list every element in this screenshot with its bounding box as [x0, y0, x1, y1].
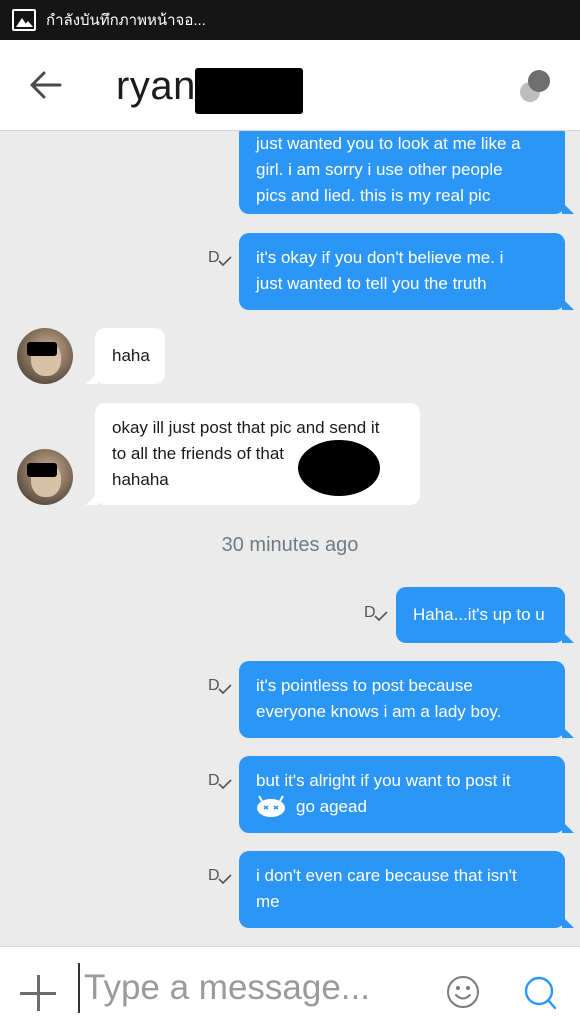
- message-text: go agead: [296, 797, 367, 816]
- contact-name[interactable]: ryan: [116, 64, 196, 109]
- message-line: me: [256, 892, 280, 911]
- send-icon[interactable]: [522, 975, 558, 1011]
- message-line: everyone knows i am a lady boy.: [256, 702, 502, 721]
- message-line: just wanted you to look at me like a: [256, 134, 521, 153]
- message-line: go agead: [256, 794, 548, 820]
- message-line: girl. i am sorry i use other people: [256, 160, 503, 179]
- top-bar: ryan: [0, 40, 580, 131]
- image-icon: [12, 9, 36, 31]
- plus-icon[interactable]: [20, 975, 56, 1011]
- message-bubble-outgoing[interactable]: i don't even care because that isn't me: [239, 851, 574, 928]
- redaction-blob: [298, 440, 380, 496]
- message-bubble-outgoing[interactable]: it's okay if you don't believe me. i jus…: [239, 233, 574, 310]
- message-bubble-incoming[interactable]: haha: [86, 328, 165, 384]
- message-line: but it's alright if you want to post it: [256, 771, 511, 790]
- read-receipt-icon: D: [208, 249, 232, 269]
- android-emoji-icon: [257, 795, 285, 817]
- composer-bar: [0, 946, 580, 1031]
- read-receipt-icon: D: [208, 677, 232, 697]
- message-bubble-outgoing[interactable]: it's pointless to post because everyone …: [239, 661, 574, 738]
- contact-avatar[interactable]: [17, 449, 73, 505]
- chat-area[interactable]: just wanted you to look at me like a gir…: [0, 131, 580, 946]
- message-line: i don't even care because that isn't: [256, 866, 517, 885]
- message-line: okay ill just post that pic and send it: [112, 418, 380, 437]
- message-line: pics and lied. this is my real pic: [256, 186, 491, 205]
- timestamp-divider: 30 minutes ago: [0, 534, 580, 557]
- message-line: just wanted to tell you the truth: [256, 274, 487, 293]
- read-receipt-icon: D: [208, 867, 232, 887]
- back-arrow-icon[interactable]: [28, 68, 64, 102]
- message-line: haha: [112, 346, 150, 365]
- message-line: it's pointless to post because: [256, 676, 473, 695]
- read-receipt-icon: D: [364, 604, 388, 624]
- timestamp-text: 30 minutes ago: [221, 534, 359, 556]
- message-bubble-outgoing[interactable]: Haha...it's up to u: [396, 587, 574, 643]
- message-input[interactable]: [78, 963, 428, 1013]
- read-receipt-icon: D: [208, 772, 232, 792]
- emoji-icon[interactable]: [446, 975, 480, 1009]
- message-bubble-outgoing[interactable]: but it's alright if you want to post it …: [239, 756, 574, 833]
- message-line: it's okay if you don't believe me. i: [256, 248, 504, 267]
- status-bar: กำลังบันทึกภาพหน้าจอ...: [0, 0, 580, 40]
- contact-avatar[interactable]: [17, 328, 73, 384]
- message-line: Haha...it's up to u: [413, 605, 545, 624]
- message-bubble-outgoing[interactable]: just wanted you to look at me like a gir…: [239, 131, 574, 214]
- status-text: กำลังบันทึกภาพหน้าจอ...: [46, 12, 206, 29]
- status-dots-icon[interactable]: [518, 70, 552, 104]
- redaction-box: [195, 68, 303, 114]
